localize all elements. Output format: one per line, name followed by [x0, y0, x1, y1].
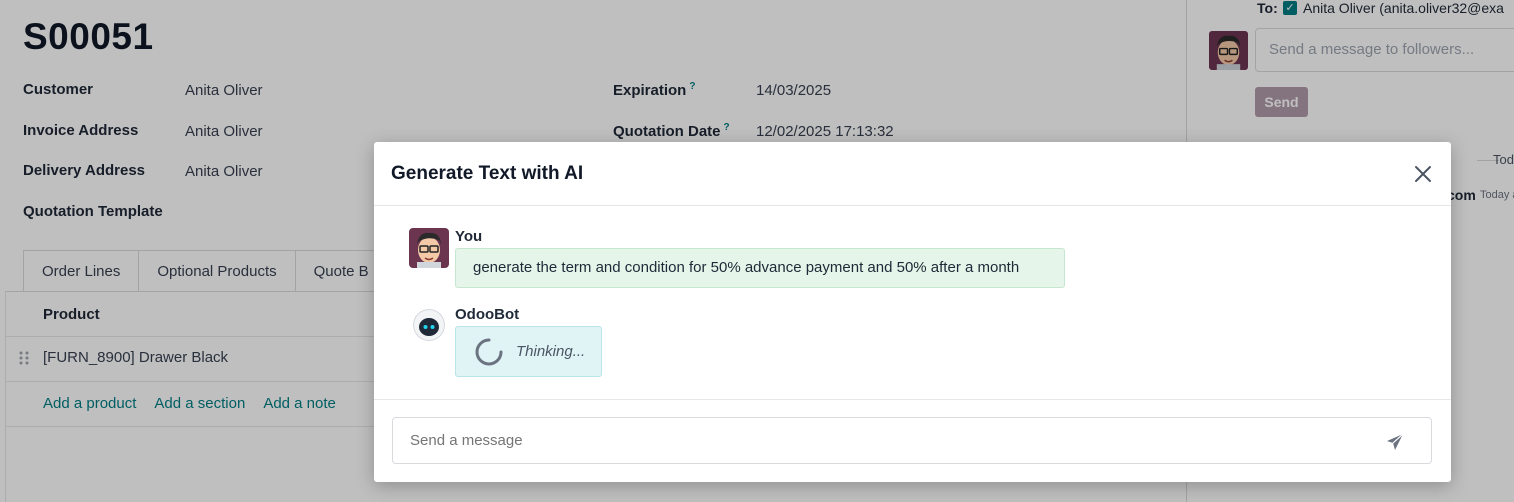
dialog-divider: [374, 399, 1451, 400]
dialog-header: Generate Text with AI: [374, 142, 1451, 206]
send-icon[interactable]: [1385, 432, 1405, 452]
thinking-text: Thinking...: [516, 343, 586, 360]
close-icon[interactable]: [1411, 162, 1435, 186]
avatar: [409, 228, 449, 268]
dialog-title: Generate Text with AI: [391, 163, 584, 184]
user-message-bubble: generate the term and condition for 50% …: [455, 248, 1065, 288]
message-author: OdooBot: [455, 306, 520, 323]
message-input[interactable]: [410, 432, 1310, 449]
bot-message-bubble: Thinking...: [455, 326, 602, 377]
generate-text-dialog: Generate Text with AI You generate the t…: [374, 142, 1451, 482]
loading-spinner-icon: [474, 337, 504, 367]
message-composer: [392, 417, 1432, 464]
odoobot-avatar: [413, 309, 445, 341]
message-author: You: [455, 228, 483, 245]
